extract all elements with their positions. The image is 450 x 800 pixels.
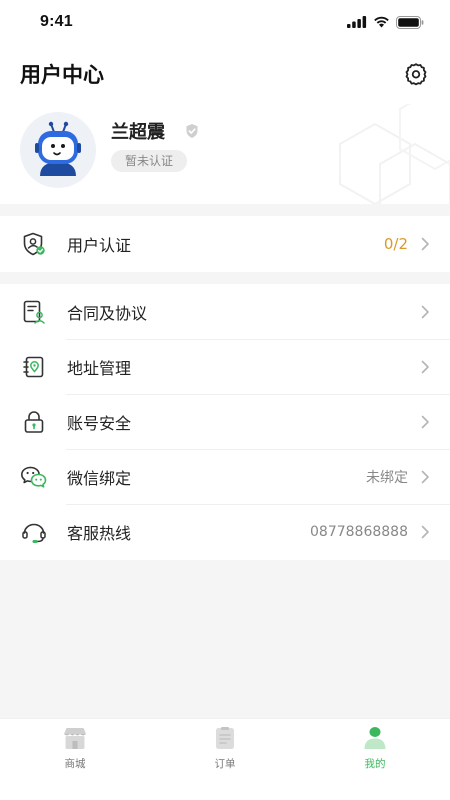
chevron-right-icon	[420, 359, 430, 375]
menu-item-user-verification[interactable]: 用户认证 0/2	[0, 216, 450, 271]
user-name: 兰超震	[111, 122, 165, 143]
verified-badge-icon	[186, 124, 198, 138]
page-header: 用户中心	[0, 44, 450, 104]
menu-label: 微信绑定	[67, 468, 132, 488]
page-title: 用户中心	[20, 63, 104, 87]
cert-status-badge[interactable]: 暂未认证	[111, 150, 188, 172]
lock-icon	[20, 408, 48, 436]
chevron-right-icon	[420, 236, 430, 252]
headset-icon	[20, 518, 48, 546]
menu-label: 地址管理	[67, 358, 132, 378]
menu-label: 客服热线	[67, 523, 132, 543]
menu-label: 用户认证	[67, 235, 132, 255]
settings-button[interactable]	[402, 60, 430, 88]
menu-item-customer-service[interactable]: 客服热线 08778868888	[0, 504, 450, 559]
tab-label: 订单	[214, 758, 236, 770]
menu-section: 合同及协议 地址管理 账号安全 微信绑定 未绑定 客服热线 0877886888…	[0, 284, 450, 560]
profile-icon	[362, 725, 388, 751]
tab-shop[interactable]: 商城	[0, 719, 150, 800]
gear-icon	[405, 63, 427, 86]
wechat-icon	[20, 463, 48, 491]
order-icon	[212, 725, 238, 751]
tab-orders[interactable]: 订单	[150, 719, 300, 800]
screen: 9:41 用户中心 兰超震 暂未认证 用户认证 0/2 合同及协议 地址管理 账…	[0, 0, 450, 800]
tab-label: 商城	[64, 758, 86, 770]
chevron-right-icon	[420, 524, 430, 540]
menu-item-address[interactable]: 地址管理	[0, 339, 450, 394]
status-time: 9:41	[40, 13, 73, 30]
wechat-binding-status: 未绑定	[366, 469, 408, 486]
menu-label: 合同及协议	[67, 303, 148, 323]
menu-item-wechat-binding[interactable]: 微信绑定 未绑定	[0, 449, 450, 504]
menu-item-account-security[interactable]: 账号安全	[0, 394, 450, 449]
profile-card[interactable]: 兰超震 暂未认证	[0, 104, 450, 204]
hotline-number: 08778868888	[310, 523, 408, 540]
hexagon-pattern-icon	[339, 104, 450, 204]
robot-mascot-icon	[35, 121, 81, 176]
avatar[interactable]	[20, 112, 96, 188]
menu-item-contracts[interactable]: 合同及协议	[0, 284, 450, 339]
status-bar: 9:41	[0, 0, 450, 44]
address-book-icon	[20, 353, 48, 381]
tab-label: 我的	[364, 758, 386, 770]
status-icons	[347, 15, 424, 29]
battery-icon	[396, 15, 424, 29]
verification-section: 用户认证 0/2	[0, 216, 450, 272]
chevron-right-icon	[420, 469, 430, 485]
wifi-icon	[374, 16, 389, 28]
menu-label: 账号安全	[67, 413, 132, 433]
bottom-tab-bar: 商城 订单 我的	[0, 718, 450, 800]
shield-user-icon	[20, 230, 48, 258]
shop-icon	[62, 725, 88, 751]
verification-progress: 0/2	[383, 234, 408, 253]
signal-icon	[347, 16, 367, 28]
contract-icon	[20, 298, 48, 326]
tab-mine[interactable]: 我的	[300, 719, 450, 800]
chevron-right-icon	[420, 304, 430, 320]
chevron-right-icon	[420, 414, 430, 430]
